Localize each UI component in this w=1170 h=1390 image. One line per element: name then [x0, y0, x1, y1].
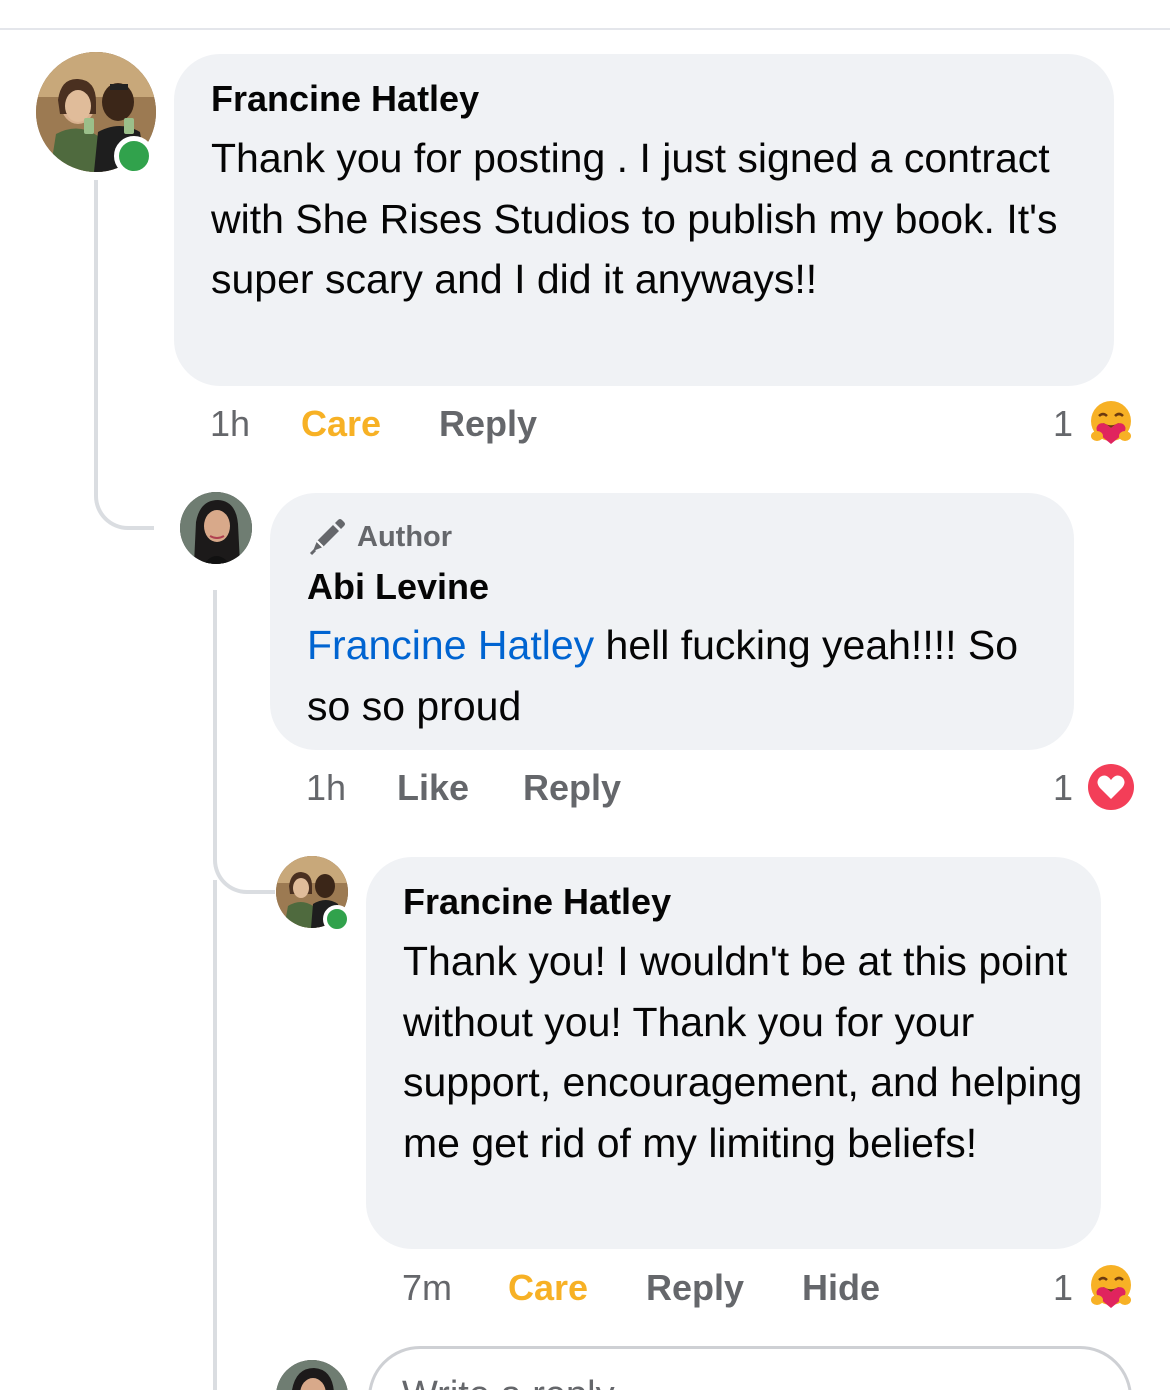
- comment-text: Francine Hatley hell fucking yeah!!!! So…: [307, 615, 1047, 736]
- top-divider: [0, 28, 1170, 30]
- reply-button[interactable]: Reply: [646, 1267, 744, 1309]
- like-button[interactable]: Like: [397, 767, 469, 809]
- thread-connector: [213, 590, 275, 894]
- mention-link[interactable]: Francine Hatley: [307, 622, 594, 668]
- reply-button[interactable]: Reply: [523, 767, 621, 809]
- comment-author[interactable]: Abi Levine: [307, 566, 489, 608]
- reply-button[interactable]: Reply: [439, 403, 537, 445]
- love-heart-icon[interactable]: [1086, 762, 1136, 812]
- reaction-count[interactable]: 1: [1053, 1267, 1073, 1309]
- author-badge-label: Author: [357, 520, 453, 553]
- care-emoji-icon[interactable]: [1086, 398, 1136, 448]
- hide-button[interactable]: Hide: [802, 1267, 880, 1309]
- reaction-count[interactable]: 1: [1053, 767, 1073, 809]
- comment-text: Thank you for posting . I just signed a …: [211, 135, 1058, 302]
- avatar: [276, 1360, 348, 1390]
- thread-connector: [94, 180, 154, 530]
- thread-connector: [213, 880, 217, 1390]
- comment-text: Thank you! I wouldn't be at this point w…: [403, 938, 1083, 1166]
- comment-timestamp[interactable]: 1h: [210, 403, 250, 445]
- comment-author[interactable]: Francine Hatley: [211, 78, 479, 120]
- comment-timestamp[interactable]: 1h: [306, 767, 346, 809]
- online-indicator: [114, 136, 154, 176]
- care-button[interactable]: Care: [301, 403, 381, 445]
- reaction-count[interactable]: 1: [1053, 403, 1073, 445]
- care-emoji-icon[interactable]: [1086, 1262, 1136, 1312]
- pen-icon: [309, 519, 345, 556]
- comment-timestamp[interactable]: 7m: [402, 1267, 452, 1309]
- avatar[interactable]: [180, 492, 252, 564]
- care-button[interactable]: Care: [508, 1267, 588, 1309]
- reply-input-placeholder: Write a reply...: [402, 1374, 643, 1390]
- online-indicator: [323, 905, 351, 933]
- author-badge: Author: [307, 517, 452, 557]
- comment-author[interactable]: Francine Hatley: [403, 881, 671, 923]
